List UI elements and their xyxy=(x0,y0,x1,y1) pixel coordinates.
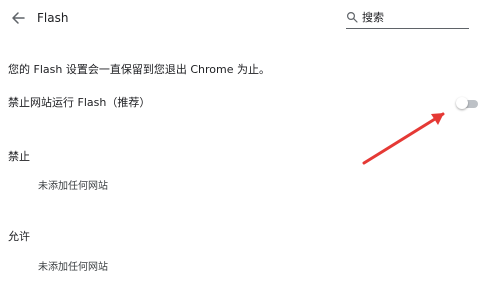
empty-list-block: 未添加任何网站 xyxy=(38,181,108,192)
search-input[interactable] xyxy=(362,8,466,27)
red-arrow-annotation xyxy=(362,112,445,165)
section-title-block: 禁止 xyxy=(8,150,30,163)
toggle-knob xyxy=(456,97,468,109)
arrow-back-icon xyxy=(12,12,25,24)
back-button[interactable] xyxy=(8,8,28,28)
block-flash-toggle[interactable] xyxy=(456,97,478,111)
search-box[interactable] xyxy=(346,8,469,29)
section-title-allow: 允许 xyxy=(8,230,30,243)
empty-list-allow: 未添加任何网站 xyxy=(38,262,108,273)
flash-description: 您的 Flash 设置会一直保留到您退出 Chrome 为止。 xyxy=(8,63,270,76)
page-title: Flash xyxy=(37,11,69,25)
page-header: Flash xyxy=(0,0,497,40)
block-flash-label: 禁止网站运行 Flash（推荐） xyxy=(8,96,151,109)
search-icon xyxy=(346,11,358,23)
